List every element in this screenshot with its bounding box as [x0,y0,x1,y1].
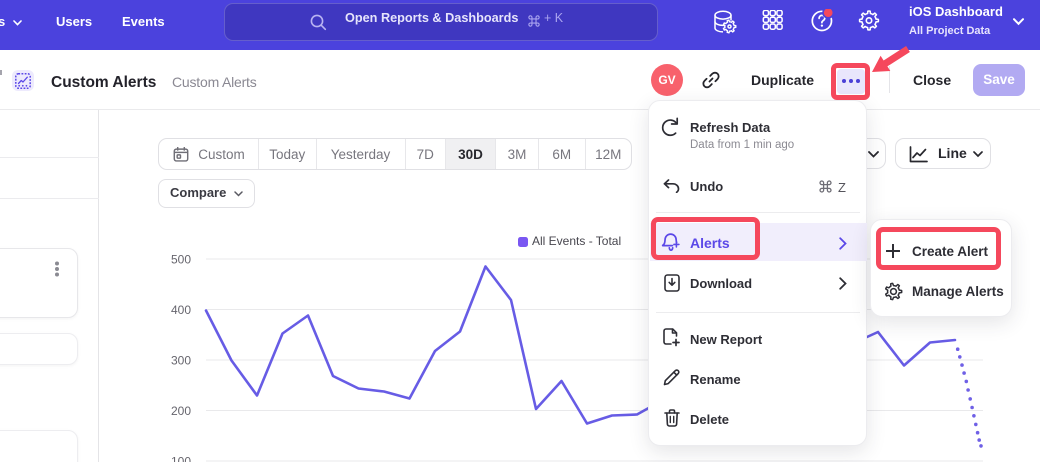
svg-text:400: 400 [171,303,191,317]
svg-text:All Events - Total: All Events - Total [532,234,621,248]
svg-text:200: 200 [171,404,191,418]
svg-text:100: 100 [171,455,191,462]
svg-text:300: 300 [171,354,191,368]
svg-text:500: 500 [171,253,191,267]
